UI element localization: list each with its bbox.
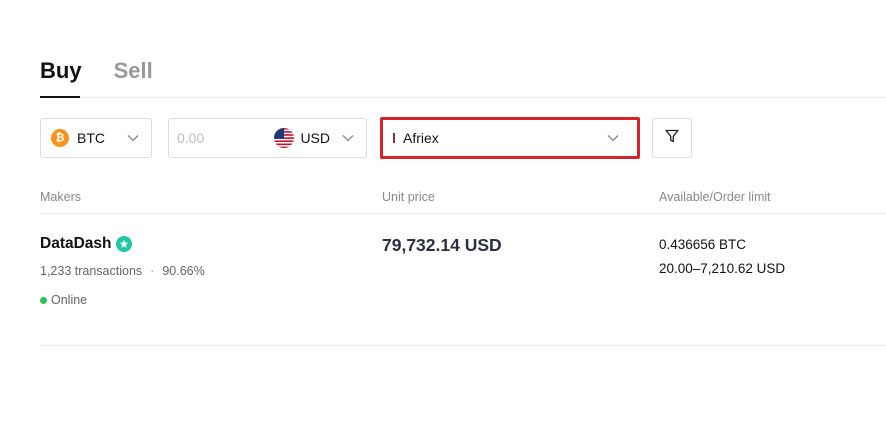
- us-flag-icon[interactable]: [274, 128, 295, 148]
- maker-stats: 1,233 transactions · 90.66%: [40, 264, 205, 278]
- maker-name-row: DataDash: [40, 235, 132, 253]
- chevron-down-icon: [127, 132, 139, 144]
- payment-method-select[interactable]: Afriex: [380, 117, 640, 159]
- header-divider: [40, 213, 886, 214]
- crypto-select-value: BTC: [77, 130, 105, 146]
- payment-method-marker: [393, 133, 395, 143]
- crypto-select[interactable]: ₿ BTC: [40, 118, 152, 158]
- tabs-divider: [40, 97, 886, 98]
- transaction-count: 1,233 transactions: [40, 264, 143, 278]
- online-status: Online: [40, 293, 87, 307]
- chevron-down-icon: [607, 132, 619, 144]
- trade-tabs: Buy Sell: [40, 58, 153, 84]
- stats-separator: ·: [150, 264, 155, 278]
- available-amount: 0.436656 BTC: [659, 237, 747, 252]
- amount-field: USD: [168, 118, 367, 158]
- completion-rate: 90.66%: [162, 264, 205, 278]
- amount-input[interactable]: [177, 130, 267, 146]
- column-header-makers: Makers: [40, 190, 81, 204]
- maker-name[interactable]: DataDash: [40, 235, 112, 253]
- tab-buy[interactable]: Buy: [40, 58, 82, 84]
- fiat-select-value[interactable]: USD: [300, 130, 330, 146]
- filter-icon: [664, 128, 680, 149]
- tab-sell[interactable]: Sell: [114, 58, 153, 84]
- order-limit: 20.00–7,210.62 USD: [659, 261, 786, 276]
- online-label: Online: [51, 293, 88, 307]
- verified-badge-icon: [115, 236, 132, 252]
- row-divider: [40, 345, 886, 346]
- payment-method-value: Afriex: [403, 130, 439, 146]
- column-header-unit-price: Unit price: [382, 190, 435, 204]
- chevron-down-icon[interactable]: [342, 132, 354, 144]
- column-header-available-limit: Available/Order limit: [659, 190, 771, 204]
- filter-button[interactable]: [652, 118, 692, 158]
- bitcoin-icon: ₿: [51, 129, 69, 147]
- unit-price: 79,732.14 USD: [382, 235, 502, 255]
- online-dot-icon: [40, 296, 47, 304]
- active-tab-indicator: [40, 96, 80, 98]
